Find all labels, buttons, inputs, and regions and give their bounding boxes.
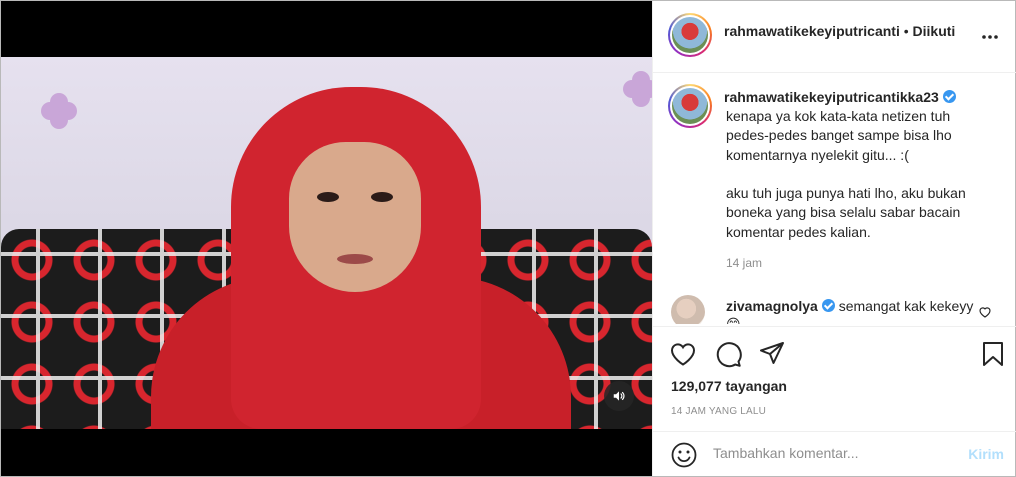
comment-item: zivamagnolya semangat kak kekeyy😊 — [653, 289, 1016, 324]
comments-section[interactable]: rahmawatikekeyiputricantikka23 kenapa ya… — [653, 74, 1016, 324]
wall-flower-decoration — [41, 93, 77, 129]
add-comment-bar: Kirim — [653, 431, 1016, 477]
person-in-video — [151, 87, 571, 429]
bookmark-icon[interactable] — [979, 340, 1007, 368]
comment-like-heart-icon[interactable] — [978, 305, 992, 318]
post-header: rahmawatikekeyiputricanti • Diikuti — [653, 1, 1016, 73]
video-player[interactable] — [1, 1, 652, 476]
verified-badge-icon — [942, 90, 956, 103]
caption-username[interactable]: rahmawatikekeyiputricantikka23 — [724, 89, 939, 105]
speaker-icon — [613, 391, 625, 401]
separator-dot: • — [903, 23, 909, 39]
more-options-button[interactable] — [978, 25, 1002, 49]
post-sidebar: rahmawatikekeyiputricanti • Diikuti rahm… — [652, 1, 1016, 476]
author-username[interactable]: rahmawatikekeyiputricanti — [724, 23, 900, 39]
header-text: rahmawatikekeyiputricanti • Diikuti — [724, 23, 955, 39]
smiley-icon[interactable] — [670, 441, 698, 469]
author-avatar[interactable] — [668, 13, 712, 57]
video-frame[interactable] — [1, 57, 652, 429]
follow-status[interactable]: Diikuti — [913, 23, 956, 39]
caption-time[interactable]: 14 jam — [726, 256, 762, 270]
commenter-avatar[interactable] — [671, 295, 705, 324]
post-comment-button[interactable]: Kirim — [968, 446, 1004, 462]
comment-bubble-icon[interactable] — [714, 340, 742, 368]
comment-text-block: zivamagnolya semangat kak kekeyy😊 — [726, 297, 976, 324]
comment-input[interactable] — [713, 445, 953, 461]
caption-header: rahmawatikekeyiputricantikka23 — [724, 89, 956, 105]
view-count[interactable]: 129,077 tayangan — [671, 378, 787, 394]
more-dots-icon — [982, 35, 998, 39]
caption-avatar[interactable] — [668, 84, 712, 128]
verified-badge-icon — [821, 299, 835, 312]
volume-button[interactable] — [604, 381, 634, 411]
paper-plane-icon[interactable] — [758, 340, 786, 368]
commenter-username[interactable]: zivamagnolya — [726, 298, 818, 314]
wall-flower-decoration — [623, 71, 652, 107]
post-timestamp[interactable]: 14 JAM YANG LALU — [671, 406, 766, 417]
caption-text: kenapa ya kok kata-kata netizen tuh pede… — [726, 108, 966, 240]
post-actions: 129,077 tayangan 14 JAM YANG LALU Kirim — [653, 326, 1016, 476]
heart-icon[interactable] — [669, 340, 697, 368]
